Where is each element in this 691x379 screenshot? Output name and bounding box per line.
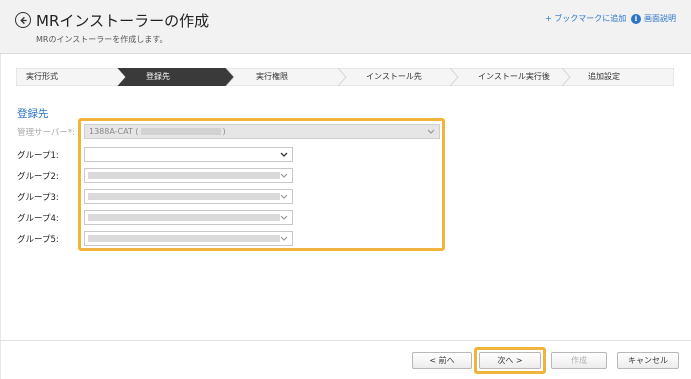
group1-select[interactable] [84,147,293,162]
section-title: 登録先 [17,108,49,120]
redacted-text [140,128,221,135]
chevron-down-icon [280,152,288,157]
info-icon: i [631,13,641,24]
page-header: MRインストーラーの作成 MRのインストーラーを作成します。 + ブックマークに… [0,0,691,54]
help-link-label: 画面説明 [644,14,676,23]
step-execution-format[interactable]: 実行形式 [26,71,58,82]
group5-select[interactable] [84,231,293,246]
server-value: 1388A-CAT () [89,127,226,136]
server-label: 管理サーバー*: [17,128,76,138]
group3-select[interactable] [84,189,293,204]
back-arrow-icon[interactable] [15,12,31,28]
group2-label: グループ2: [17,172,59,182]
disabled-fill [88,214,280,221]
chevron-down-icon [280,236,288,241]
group3-label: グループ3: [17,193,59,203]
next-button[interactable]: 次へ > [479,352,541,369]
content-left-border [0,54,1,379]
server-select[interactable]: 1388A-CAT () [84,124,440,139]
chevron-down-icon [280,194,288,199]
add-bookmark-link[interactable]: + ブックマークに追加 [545,13,626,24]
group1-label: グループ1: [17,151,59,161]
chevron-down-icon [280,215,288,220]
group4-select[interactable] [84,210,293,225]
wizard-steps: 実行形式 登録先 実行権限 インストール先 インストール実行後 追加設定 [16,68,674,86]
step-install-location[interactable]: インストール先 [366,71,422,82]
create-button[interactable]: 作成 [551,352,607,369]
group5-label: グループ5: [17,235,59,245]
cancel-button[interactable]: キャンセル [617,352,679,369]
chevron-down-icon [427,129,435,134]
step-after-install[interactable]: インストール実行後 [478,71,550,82]
step-registration[interactable]: 登録先 [146,71,170,82]
step-additional-settings[interactable]: 追加設定 [588,71,620,82]
footer-divider [0,340,691,341]
chevron-down-icon [280,173,288,178]
disabled-fill [88,193,280,200]
page-title: MRインストーラーの作成 [36,12,210,30]
group4-label: グループ4: [17,214,59,224]
group2-select[interactable] [84,168,293,183]
step-execution-permission[interactable]: 実行権限 [256,71,288,82]
disabled-fill [88,172,280,179]
help-link[interactable]: i 画面説明 [631,13,676,24]
page-subtitle: MRのインストーラーを作成します。 [36,35,168,44]
prev-button[interactable]: < 前へ [412,352,472,369]
disabled-fill [88,235,280,242]
step-bg-2 [117,68,235,86]
